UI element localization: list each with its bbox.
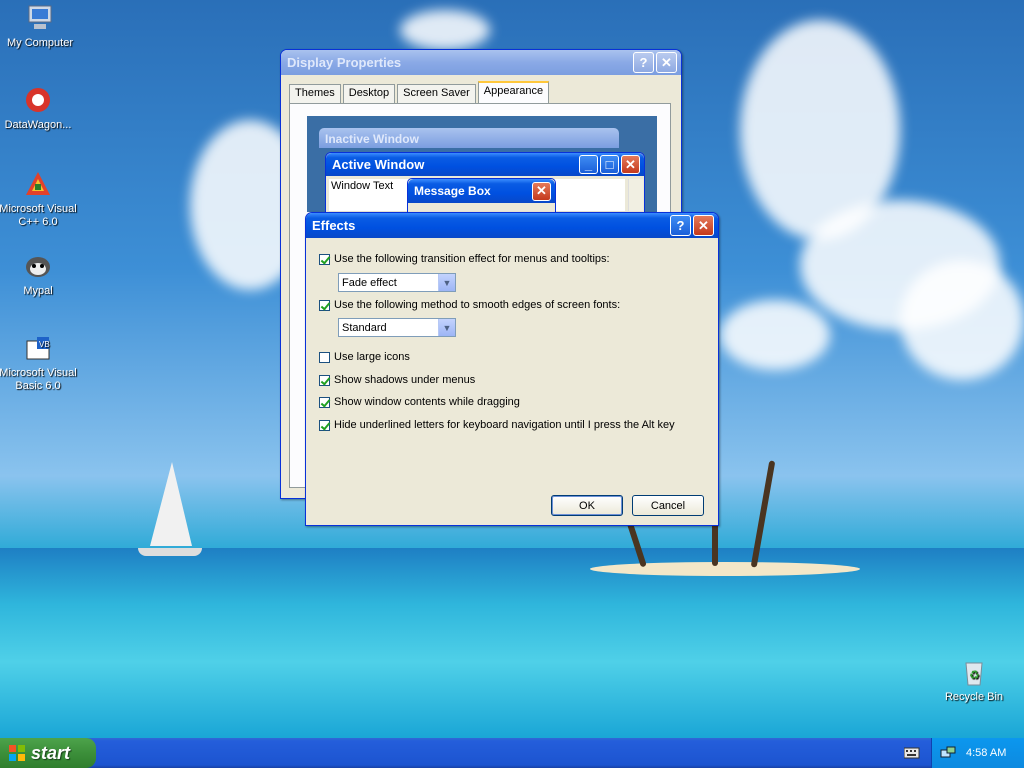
cancel-button[interactable]: Cancel <box>632 495 704 516</box>
checkbox-label: Use the following transition effect for … <box>334 253 610 265</box>
effects-titlebar[interactable]: Effects ? ✕ <box>306 213 718 238</box>
desktop-icon-my-computer[interactable]: My Computer <box>0 2 80 50</box>
svg-text:VB: VB <box>39 340 50 349</box>
system-tray: 4:58 AM <box>931 738 1024 768</box>
desktop-icon-visual-basic[interactable]: VB Microsoft Visual Basic 6.0 <box>0 332 78 393</box>
preview-active-title: Active Window <box>332 157 425 172</box>
network-icon[interactable] <box>940 745 956 761</box>
tab-desktop[interactable]: Desktop <box>342 84 396 103</box>
menu-shadows-checkbox[interactable]: Show shadows under menus <box>319 374 475 386</box>
checkbox-label: Use the following method to smooth edges… <box>334 299 621 311</box>
mypal-icon <box>22 250 54 282</box>
smooth-edges-checkbox[interactable]: Use the following method to smooth edges… <box>319 299 620 311</box>
tab-strip: Themes Desktop Screen Saver Appearance <box>289 81 551 104</box>
close-button[interactable]: ✕ <box>656 52 677 73</box>
help-button[interactable]: ? <box>633 52 654 73</box>
preview-window-text: Window Text <box>331 180 394 192</box>
help-button[interactable]: ? <box>670 215 691 236</box>
window-title: Display Properties <box>287 55 402 70</box>
visual-cpp-icon <box>22 168 54 200</box>
visual-basic-icon: VB <box>22 332 54 364</box>
checkbox-label: Show shadows under menus <box>334 374 476 386</box>
checkbox-box[interactable] <box>319 299 330 311</box>
checkbox-label: Use large icons <box>334 351 410 363</box>
select-value: Fade effect <box>342 276 397 289</box>
preview-active-titlebar: Active Window _ □ ✕ <box>326 153 644 176</box>
hide-underlines-checkbox[interactable]: Hide underlined letters for keyboard nav… <box>319 419 675 431</box>
display-properties-titlebar[interactable]: Display Properties ? ✕ <box>281 50 681 75</box>
clock[interactable]: 4:58 AM <box>966 747 1006 759</box>
tab-appearance[interactable]: Appearance <box>477 81 550 104</box>
large-icons-checkbox[interactable]: Use large icons <box>319 351 410 363</box>
keyboard-icon[interactable] <box>903 746 920 760</box>
desktop-icon-datawagon[interactable]: DataWagon... <box>0 84 78 132</box>
checkbox-label: Show window contents while dragging <box>334 396 520 408</box>
close-button[interactable]: ✕ <box>693 215 714 236</box>
tab-screen-saver[interactable]: Screen Saver <box>397 84 476 103</box>
preview-message-titlebar: Message Box ✕ <box>408 179 555 203</box>
preview-inactive-window: Inactive Window <box>319 128 619 148</box>
checkbox-label: Hide underlined letters for keyboard nav… <box>334 419 675 431</box>
preview-inactive-title: Inactive Window <box>325 132 419 146</box>
desktop-icon-label: Microsoft Visual Basic 6.0 <box>0 367 77 392</box>
desktop-icon-visual-cpp[interactable]: Microsoft Visual C++ 6.0 <box>0 168 78 229</box>
preview-message-title: Message Box <box>414 184 491 198</box>
datawagon-icon <box>22 84 54 116</box>
transition-effect-select[interactable]: Fade effect ▼ <box>338 273 456 292</box>
smooth-edges-select[interactable]: Standard ▼ <box>338 318 456 337</box>
checkbox-box[interactable] <box>319 253 330 265</box>
minimize-icon: _ <box>579 155 598 174</box>
desktop-icon-mypal[interactable]: Mypal <box>0 250 78 298</box>
preview-scrollbar <box>628 179 643 211</box>
tab-themes[interactable]: Themes <box>289 84 341 103</box>
checkbox-box[interactable] <box>319 351 330 363</box>
windows-logo-icon <box>8 744 26 762</box>
chevron-down-icon[interactable]: ▼ <box>438 274 455 291</box>
desktop-icon-label: Recycle Bin <box>944 691 1004 703</box>
recycle-bin-icon: ♻ <box>958 656 990 688</box>
ok-button[interactable]: OK <box>551 495 623 516</box>
desktop-icon-label: Microsoft Visual C++ 6.0 <box>0 203 77 228</box>
select-value: Standard <box>342 321 387 334</box>
dialog-title: Effects <box>312 218 356 233</box>
transition-effect-checkbox[interactable]: Use the following transition effect for … <box>319 253 610 265</box>
desktop-icon-label: Mypal <box>23 285 53 297</box>
preview-message-box: Message Box ✕ <box>407 178 556 214</box>
checkbox-box[interactable] <box>319 419 330 431</box>
computer-icon <box>24 2 56 34</box>
maximize-icon: □ <box>600 155 619 174</box>
close-icon: ✕ <box>532 181 551 201</box>
svg-text:♻: ♻ <box>969 668 980 682</box>
checkbox-box[interactable] <box>319 374 330 386</box>
taskbar: start 4:58 AM <box>0 738 1024 768</box>
effects-dialog: Effects ? ✕ Use the following transition… <box>305 212 719 526</box>
start-label: start <box>31 742 71 763</box>
desktop-icon-label: DataWagon... <box>4 119 72 131</box>
start-button[interactable]: start <box>0 738 96 768</box>
chevron-down-icon[interactable]: ▼ <box>438 319 455 336</box>
close-icon: ✕ <box>621 155 640 174</box>
checkbox-box[interactable] <box>319 396 330 408</box>
desktop-icon-recycle-bin[interactable]: ♻ Recycle Bin <box>934 656 1014 704</box>
drag-contents-checkbox[interactable]: Show window contents while dragging <box>319 396 520 408</box>
desktop-icon-label: My Computer <box>6 37 74 49</box>
